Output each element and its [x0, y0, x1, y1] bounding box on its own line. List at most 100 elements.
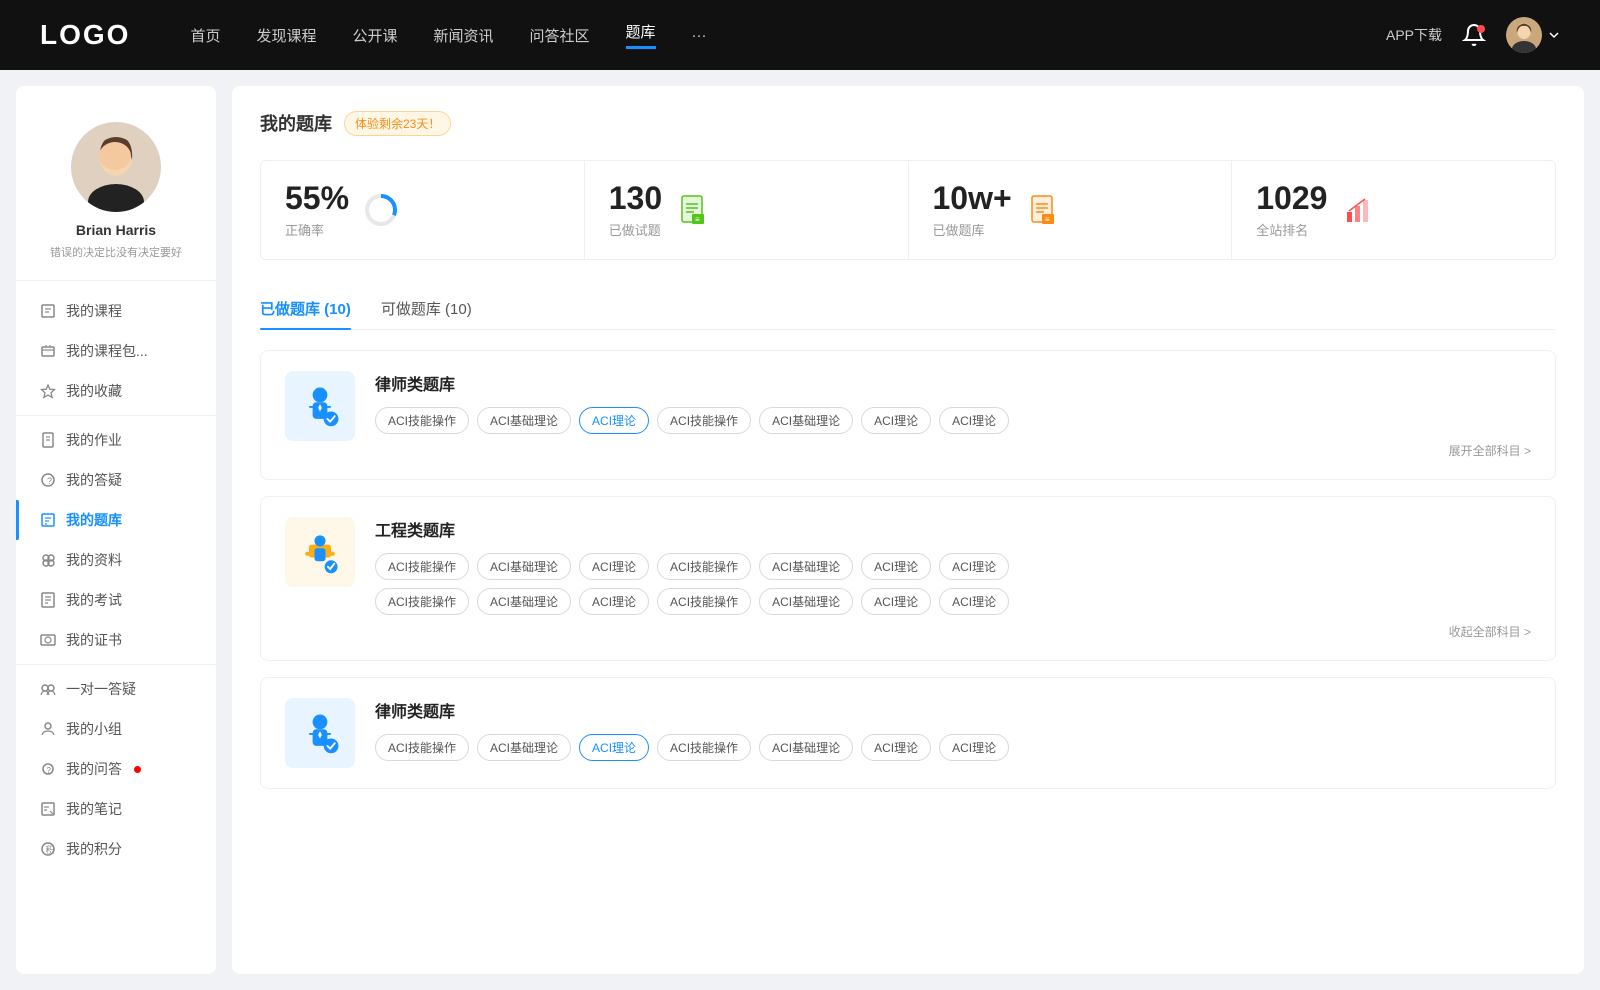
nav-more[interactable]: ···: [692, 27, 707, 44]
sidebar-divider-1: [16, 415, 216, 416]
l2-tag-2-active[interactable]: ACI理论: [579, 734, 649, 761]
eng-tag-1[interactable]: ACI基础理论: [477, 553, 571, 580]
qbank-name-lawyer-1: 律师类题库: [375, 371, 1531, 395]
sidebar-item-favorite[interactable]: 我的收藏: [16, 371, 216, 411]
nav-news[interactable]: 新闻资讯: [434, 25, 494, 46]
navbar: LOGO 首页 发现课程 公开课 新闻资讯 问答社区 题库 ··· APP下载: [0, 0, 1600, 70]
qbank-tags-engineer-row2: ACI技能操作 ACI基础理论 ACI理论 ACI技能操作 ACI基础理论 AC…: [375, 588, 1531, 615]
l2-tag-0[interactable]: ACI技能操作: [375, 734, 469, 761]
doc-green-icon: ≡: [676, 192, 712, 228]
stat-banks-label: 已做题库: [933, 220, 1012, 239]
sidebar-item-homework[interactable]: 我的作业: [16, 420, 216, 460]
stat-accuracy: 55% 正确率: [261, 161, 585, 259]
qbank-item-lawyer-2: 律师类题库 ACI技能操作 ACI基础理论 ACI理论 ACI技能操作 ACI基…: [260, 677, 1556, 789]
tag-0[interactable]: ACI技能操作: [375, 407, 469, 434]
sidebar-item-course[interactable]: 我的课程: [16, 291, 216, 331]
navbar-right: APP下载: [1386, 17, 1560, 53]
user-avatar-menu[interactable]: [1506, 17, 1560, 53]
avatar: [1506, 17, 1542, 53]
tag-1[interactable]: ACI基础理论: [477, 407, 571, 434]
l2-tag-6[interactable]: ACI理论: [939, 734, 1009, 761]
stat-accuracy-text: 55% 正确率: [285, 181, 349, 239]
sidebar-item-package[interactable]: 我的课程包...: [16, 331, 216, 371]
sidebar-label-myqa: 我的问答: [66, 759, 122, 779]
myqa-icon: ?: [40, 761, 56, 777]
sidebar-item-points[interactable]: 积 我的积分: [16, 829, 216, 869]
main-card: 我的题库 体验剩余23天！ 55% 正确率: [232, 86, 1584, 974]
stat-rank-value: 1029: [1256, 181, 1327, 216]
stat-done-label: 已做试题: [609, 220, 662, 239]
sidebar-item-note[interactable]: 我的笔记: [16, 789, 216, 829]
sidebar-item-material[interactable]: 我的资料: [16, 540, 216, 580]
sidebar-menu: 我的课程 我的课程包... 我的收藏: [16, 291, 216, 879]
sidebar-item-myqa[interactable]: ? 我的问答: [16, 749, 216, 789]
stat-banks-text: 10w+ 已做题库: [933, 181, 1012, 239]
qbank-item-lawyer-1: 律师类题库 ACI技能操作 ACI基础理论 ACI理论 ACI技能操作 ACI基…: [260, 350, 1556, 480]
eng-tag-r2-2[interactable]: ACI理论: [579, 588, 649, 615]
l2-tag-5[interactable]: ACI理论: [861, 734, 931, 761]
sidebar-label-qa: 我的答疑: [66, 470, 122, 490]
tag-3[interactable]: ACI技能操作: [657, 407, 751, 434]
eng-tag-4[interactable]: ACI基础理论: [759, 553, 853, 580]
profile-name: Brian Harris: [76, 222, 156, 238]
l2-tag-1[interactable]: ACI基础理论: [477, 734, 571, 761]
stat-accuracy-value: 55%: [285, 181, 349, 216]
tag-5[interactable]: ACI理论: [861, 407, 931, 434]
sidebar-label-package: 我的课程包...: [66, 341, 148, 361]
group-icon: [40, 721, 56, 737]
eng-tag-2[interactable]: ACI理论: [579, 553, 649, 580]
package-icon: [40, 343, 56, 359]
eng-tag-6[interactable]: ACI理论: [939, 553, 1009, 580]
eng-tag-r2-0[interactable]: ACI技能操作: [375, 588, 469, 615]
page-header: 我的题库 体验剩余23天！: [260, 110, 1556, 136]
nav-qa[interactable]: 问答社区: [530, 25, 590, 46]
eng-tag-r2-5[interactable]: ACI理论: [861, 588, 931, 615]
qbank-info-lawyer-1: 律师类题库 ACI技能操作 ACI基础理论 ACI理论 ACI技能操作 ACI基…: [375, 371, 1531, 459]
qbank-name-engineer: 工程类题库: [375, 517, 1531, 541]
nav-open[interactable]: 公开课: [352, 25, 397, 46]
l2-tag-3[interactable]: ACI技能操作: [657, 734, 751, 761]
stat-banks-value: 10w+: [933, 181, 1012, 216]
nav-qbank[interactable]: 题库: [626, 21, 656, 49]
material-icon: [40, 552, 56, 568]
sidebar-label-cert: 我的证书: [66, 630, 122, 650]
eng-tag-r2-4[interactable]: ACI基础理论: [759, 588, 853, 615]
sidebar-label-group: 我的小组: [66, 719, 122, 739]
nav-home[interactable]: 首页: [190, 25, 220, 46]
sidebar-item-group[interactable]: 我的小组: [16, 709, 216, 749]
sidebar-item-cert[interactable]: 我的证书: [16, 620, 216, 660]
notification-bell[interactable]: [1462, 23, 1486, 47]
eng-tag-r2-6[interactable]: ACI理论: [939, 588, 1009, 615]
stat-rank: 1029 全站排名: [1232, 161, 1555, 259]
app-download[interactable]: APP下载: [1386, 25, 1442, 45]
expand-link-lawyer-1[interactable]: 展开全部科目 >: [375, 442, 1531, 459]
qbank-info-engineer: 工程类题库 ACI技能操作 ACI基础理论 ACI理论 ACI技能操作 ACI基…: [375, 517, 1531, 640]
sidebar: Brian Harris 错误的决定比没有决定要好 我的课程 我的课程包...: [16, 86, 216, 974]
sidebar-item-exam[interactable]: 我的考试: [16, 580, 216, 620]
sidebar-item-qa[interactable]: ? 我的答疑: [16, 460, 216, 500]
stat-done-questions: 130 已做试题 ≡: [585, 161, 909, 259]
stat-accuracy-label: 正确率: [285, 220, 349, 239]
eng-tag-r2-1[interactable]: ACI基础理论: [477, 588, 571, 615]
collapse-link-engineer[interactable]: 收起全部科目 >: [375, 623, 1531, 640]
sidebar-item-oneone[interactable]: 一对一答疑: [16, 669, 216, 709]
tab-available-banks[interactable]: 可做题库 (10): [381, 288, 472, 329]
logo[interactable]: LOGO: [40, 19, 130, 51]
tag-2-active[interactable]: ACI理论: [579, 407, 649, 434]
svg-text:?: ?: [47, 766, 52, 775]
nav-courses[interactable]: 发现课程: [256, 25, 316, 46]
qbank-icon: [40, 512, 56, 528]
sidebar-item-qbank[interactable]: 我的题库: [16, 500, 216, 540]
sidebar-label-favorite: 我的收藏: [66, 381, 122, 401]
eng-tag-3[interactable]: ACI技能操作: [657, 553, 751, 580]
tab-done-banks[interactable]: 已做题库 (10): [260, 288, 351, 329]
profile-motto: 错误的决定比没有决定要好: [50, 244, 182, 260]
eng-tag-r2-3[interactable]: ACI技能操作: [657, 588, 751, 615]
profile-avatar: [71, 122, 161, 212]
course-icon: [40, 303, 56, 319]
eng-tag-0[interactable]: ACI技能操作: [375, 553, 469, 580]
tag-6[interactable]: ACI理论: [939, 407, 1009, 434]
tag-4[interactable]: ACI基础理论: [759, 407, 853, 434]
eng-tag-5[interactable]: ACI理论: [861, 553, 931, 580]
l2-tag-4[interactable]: ACI基础理论: [759, 734, 853, 761]
